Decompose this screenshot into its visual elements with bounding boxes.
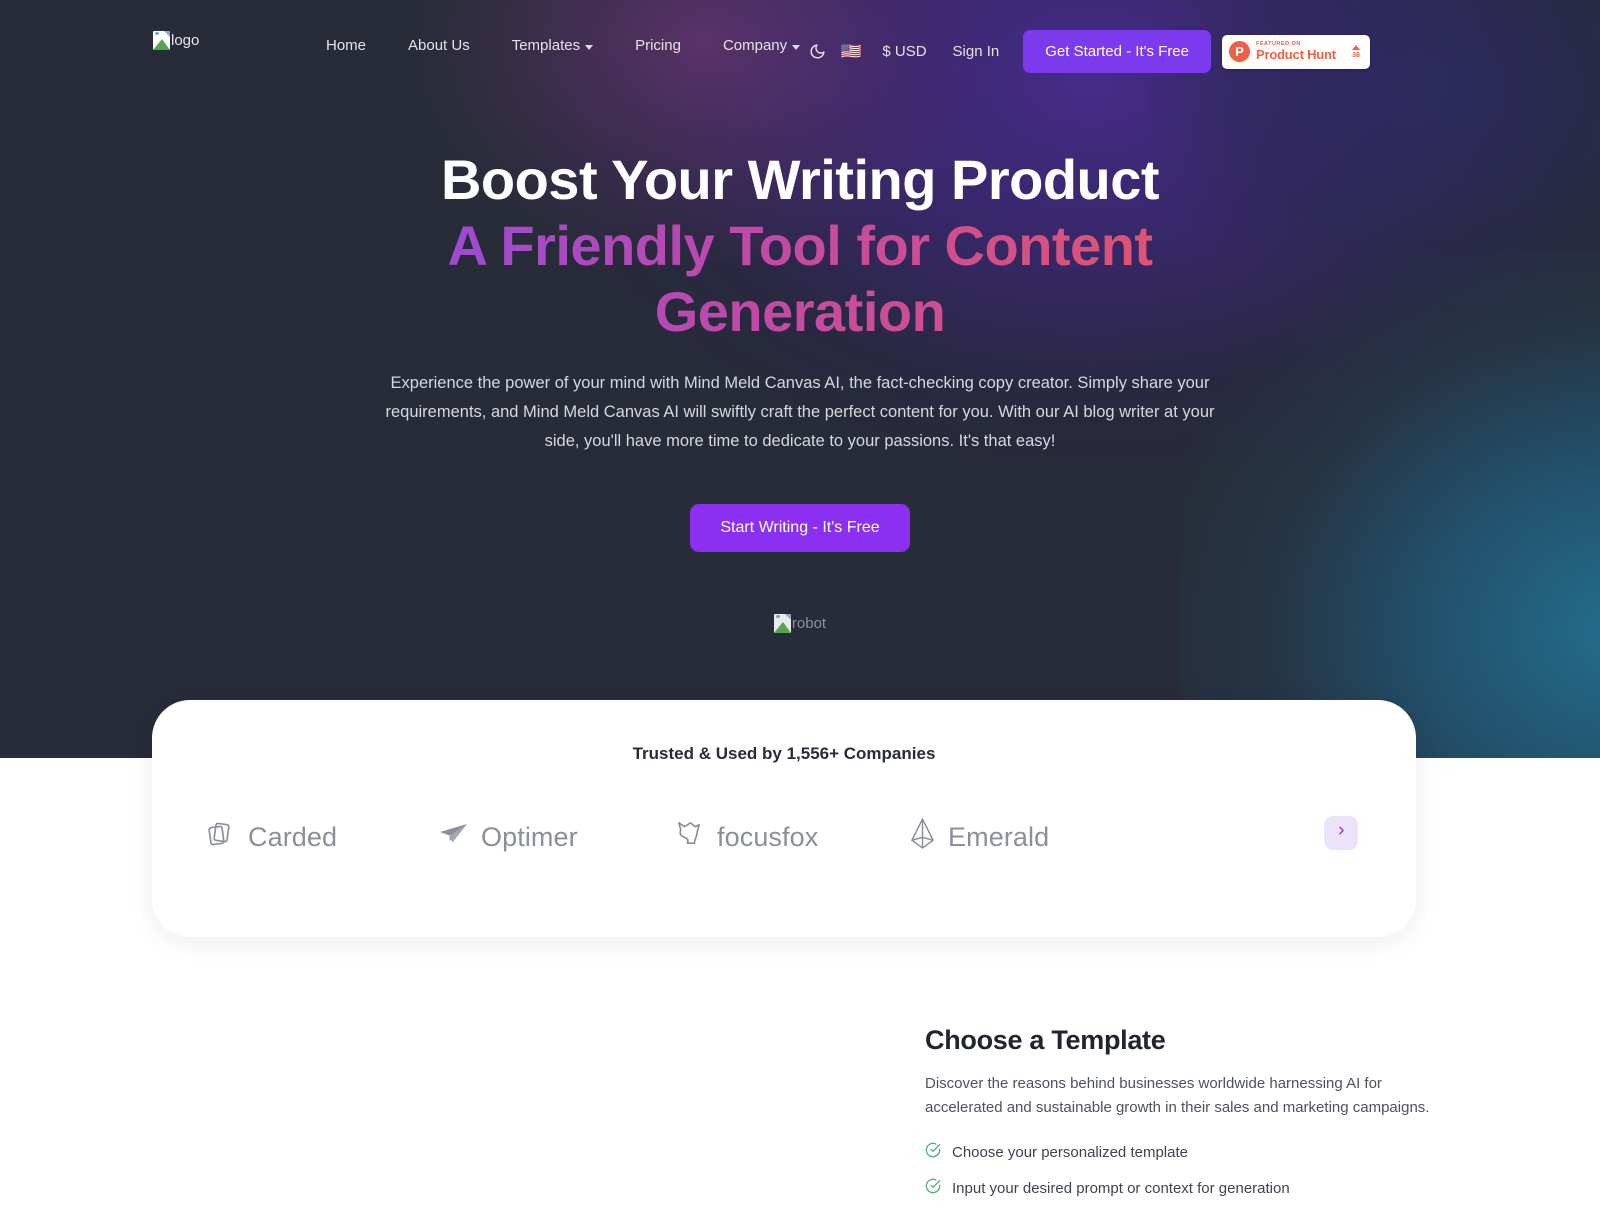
nav-item-home[interactable]: Home [305, 34, 387, 58]
list-item: Choose your personalized template [925, 1142, 1445, 1162]
product-hunt-votes: 38 [1352, 44, 1363, 59]
template-feature-list: Choose your personalized template Input … [925, 1142, 1445, 1198]
template-copy: Choose a Template Discover the reasons b… [925, 1025, 1445, 1214]
company-logo-focusfox-label: focusfox [717, 821, 819, 852]
upvote-arrow-icon [1352, 44, 1360, 50]
navbar-actions: 🇺🇸 $ USD Sign In Get Started - It's Free… [800, 30, 1370, 73]
moon-icon[interactable] [800, 36, 834, 68]
gem-icon [909, 817, 936, 857]
page-title: Boost Your Writing Product A Friendly To… [0, 147, 1600, 345]
carousel-next-button[interactable] [1324, 816, 1358, 850]
template-feature-label: Input your desired prompt or context for… [952, 1179, 1290, 1197]
nav-item-about-us-label: About Us [408, 37, 470, 54]
nav-item-home-label: Home [326, 37, 367, 54]
broken-image-icon [153, 31, 170, 50]
language-flag-icon[interactable]: 🇺🇸 [834, 36, 868, 68]
currency-selector[interactable]: $ USD [868, 43, 938, 60]
product-hunt-logo-icon: P [1229, 41, 1250, 62]
company-logo-carded[interactable]: Carded [204, 818, 439, 857]
chevron-down-icon [792, 45, 801, 50]
template-section-description: Discover the reasons behind businesses w… [925, 1075, 1430, 1116]
navbar: logo Home About Us Templates Pricing Com… [0, 0, 1600, 92]
template-illustration [152, 960, 852, 1200]
product-hunt-text: FEATURED ON Product Hunt [1256, 41, 1336, 63]
list-item: Input your desired prompt or context for… [925, 1178, 1445, 1198]
nav-item-company-label: Company [722, 37, 788, 54]
company-logo-optimer[interactable]: Optimer [439, 821, 674, 854]
logo-alt-text: logo [171, 32, 200, 49]
nav-item-templates[interactable]: Templates [491, 34, 614, 58]
chevron-down-icon [585, 45, 594, 50]
trusted-companies-card: Trusted & Used by 1,556+ Companies Carde… [152, 700, 1416, 937]
nav-item-templates-label: Templates [511, 37, 581, 54]
company-logo-focusfox[interactable]: focusfox [674, 818, 909, 856]
robot-illustration: robot [0, 613, 1600, 633]
nav-links: Home About Us Templates Pricing Company [305, 34, 821, 58]
company-logo-emerald-label: Emerald [948, 821, 1050, 852]
brand-logo[interactable]: logo [153, 31, 199, 50]
nav-item-pricing[interactable]: Pricing [614, 34, 702, 58]
nav-item-about-us[interactable]: About Us [387, 34, 491, 58]
cards-icon [204, 818, 236, 857]
robot-alt-text: robot [791, 614, 827, 632]
hero-subcopy: Experience the power of your mind with M… [385, 374, 1215, 450]
company-logo-carousel: Carded Optimer focusfox Emerald [152, 800, 1416, 874]
logo-broken-image: logo [153, 31, 199, 50]
template-feature-label: Choose your personalized template [952, 1143, 1188, 1161]
trusted-companies-title: Trusted & Used by 1,556+ Companies [632, 744, 936, 763]
broken-image-icon [773, 613, 791, 633]
product-hunt-name: Product Hunt [1256, 47, 1336, 63]
start-writing-button[interactable]: Start Writing - It's Free [690, 503, 910, 552]
product-hunt-upvote-count: 38 [1352, 51, 1360, 59]
sign-in-link[interactable]: Sign In [939, 43, 1014, 60]
hero-content: Boost Your Writing Product A Friendly To… [0, 0, 1600, 633]
robot-broken-image: robot [773, 613, 827, 633]
headline-line-1: Boost Your Writing Product [440, 148, 1160, 211]
headline-line-2: A Friendly Tool for Content Generation [430, 213, 1170, 345]
company-logo-optimer-label: Optimer [481, 821, 578, 852]
template-section-title: Choose a Template [925, 1025, 1166, 1055]
get-started-button[interactable]: Get Started - It's Free [1023, 30, 1211, 73]
company-logo-carded-label: Carded [248, 821, 338, 852]
nav-item-pricing-label: Pricing [635, 37, 681, 54]
check-circle-icon [925, 1178, 941, 1198]
choose-template-section: Choose a Template Discover the reasons b… [0, 960, 1600, 1200]
paper-plane-icon [439, 821, 469, 854]
product-hunt-badge[interactable]: P FEATURED ON Product Hunt 38 [1222, 34, 1370, 69]
check-circle-icon [925, 1142, 941, 1162]
fox-icon [674, 818, 705, 856]
chevron-right-icon [1335, 824, 1348, 842]
company-logo-emerald[interactable]: Emerald [909, 817, 1144, 857]
